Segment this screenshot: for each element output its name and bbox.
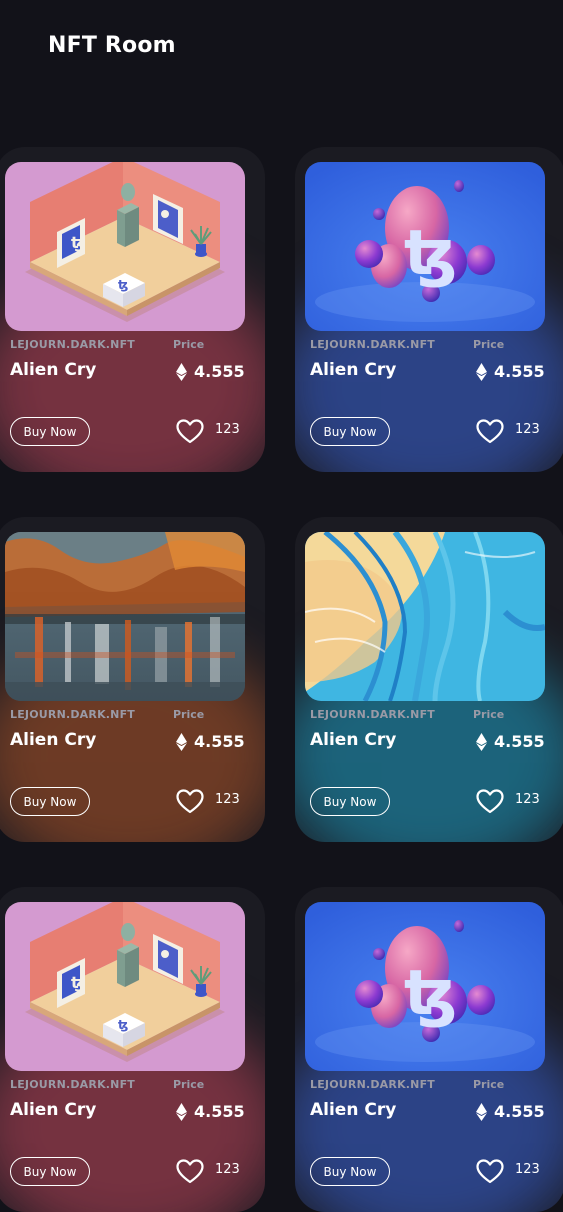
like-count: 123 (515, 792, 540, 807)
nft-name: Alien Cry (310, 730, 397, 750)
svg-text:ꜩ: ꜩ (71, 973, 85, 992)
creator-name: LEJOURN.DARK.NFT (310, 338, 435, 351)
price-value: 4.555 (176, 732, 245, 751)
price-amount: 4.555 (494, 362, 545, 381)
price-label: Price (173, 708, 205, 721)
price-value: 4.555 (176, 362, 245, 381)
heart-icon[interactable] (476, 1159, 504, 1184)
price-amount: 4.555 (194, 732, 245, 751)
price-amount: 4.555 (194, 1102, 245, 1121)
nft-card[interactable]: ꜩ ꜩ LEJOURN.DARK.NFT Price Alien Cry 4.555 B… (0, 147, 265, 472)
price-label: Price (173, 338, 205, 351)
price-label: Price (473, 708, 505, 721)
tezos-spheres-artwork: ꜩ (305, 902, 545, 1071)
ethereum-icon (176, 1102, 187, 1121)
nft-artwork[interactable] (5, 532, 245, 701)
heart-icon[interactable] (476, 419, 504, 444)
buy-now-button[interactable]: Buy Now (10, 417, 90, 446)
heart-icon[interactable] (176, 1159, 204, 1184)
like-count: 123 (215, 422, 240, 437)
nft-card[interactable]: ꜩ LEJOURN.DARK.NFT Price Alien Cry 4.555 Buy… (295, 147, 563, 472)
price-value: 4.555 (476, 1102, 545, 1121)
nft-name: Alien Cry (10, 1100, 97, 1120)
isometric-room-artwork: ꜩ ꜩ (5, 162, 245, 331)
nft-artwork[interactable]: ꜩ ꜩ (5, 902, 245, 1071)
abstract-autumn-artwork (5, 532, 245, 701)
price-amount: 4.555 (494, 1102, 545, 1121)
svg-text:ꜩ: ꜩ (118, 278, 128, 292)
nft-card[interactable]: ꜩ LEJOURN.DARK.NFT Price Alien Cry 4.555 Buy… (295, 887, 563, 1212)
heart-icon[interactable] (476, 789, 504, 814)
like-count: 123 (515, 1162, 540, 1177)
nft-artwork[interactable]: ꜩ ꜩ (5, 162, 245, 331)
price-label: Price (473, 1078, 505, 1091)
svg-text:ꜩ: ꜩ (404, 216, 457, 289)
like-count: 123 (215, 792, 240, 807)
ethereum-icon (476, 1102, 487, 1121)
isometric-room-artwork: ꜩ ꜩ (5, 902, 245, 1071)
creator-name: LEJOURN.DARK.NFT (10, 1078, 135, 1091)
nft-card[interactable]: LEJOURN.DARK.NFT Price Alien Cry 4.555 Buy N… (295, 517, 563, 842)
creator-name: LEJOURN.DARK.NFT (10, 338, 135, 351)
creator-name: LEJOURN.DARK.NFT (310, 1078, 435, 1091)
nft-name: Alien Cry (10, 730, 97, 750)
price-value: 4.555 (176, 1102, 245, 1121)
heart-icon[interactable] (176, 419, 204, 444)
buy-now-button[interactable]: Buy Now (310, 787, 390, 816)
nft-name: Alien Cry (310, 360, 397, 380)
buy-now-button[interactable]: Buy Now (10, 787, 90, 816)
nft-artwork[interactable] (305, 532, 545, 701)
buy-now-button[interactable]: Buy Now (310, 1157, 390, 1186)
svg-text:ꜩ: ꜩ (118, 1018, 128, 1032)
ethereum-icon (476, 362, 487, 381)
svg-text:ꜩ: ꜩ (71, 233, 85, 252)
ethereum-icon (176, 362, 187, 381)
fluid-wave-artwork (305, 532, 545, 701)
price-value: 4.555 (476, 362, 545, 381)
buy-now-button[interactable]: Buy Now (10, 1157, 90, 1186)
nft-name: Alien Cry (310, 1100, 397, 1120)
nft-artwork[interactable]: ꜩ (305, 162, 545, 331)
ethereum-icon (476, 732, 487, 751)
price-amount: 4.555 (194, 362, 245, 381)
nft-card[interactable]: LEJOURN.DARK.NFT Price Alien Cry 4.555 Buy N… (0, 517, 265, 842)
heart-icon[interactable] (176, 789, 204, 814)
tezos-spheres-artwork: ꜩ (305, 162, 545, 331)
nft-name: Alien Cry (10, 360, 97, 380)
like-count: 123 (515, 422, 540, 437)
nft-card[interactable]: ꜩ ꜩ LEJOURN.DARK.NFT Price Alien Cry 4.555 B… (0, 887, 265, 1212)
price-label: Price (473, 338, 505, 351)
nft-artwork[interactable]: ꜩ (305, 902, 545, 1071)
ethereum-icon (176, 732, 187, 751)
page-title: NFT Room (48, 33, 176, 58)
price-value: 4.555 (476, 732, 545, 751)
buy-now-button[interactable]: Buy Now (310, 417, 390, 446)
creator-name: LEJOURN.DARK.NFT (310, 708, 435, 721)
creator-name: LEJOURN.DARK.NFT (10, 708, 135, 721)
svg-text:ꜩ: ꜩ (404, 956, 457, 1029)
price-label: Price (173, 1078, 205, 1091)
like-count: 123 (215, 1162, 240, 1177)
price-amount: 4.555 (494, 732, 545, 751)
